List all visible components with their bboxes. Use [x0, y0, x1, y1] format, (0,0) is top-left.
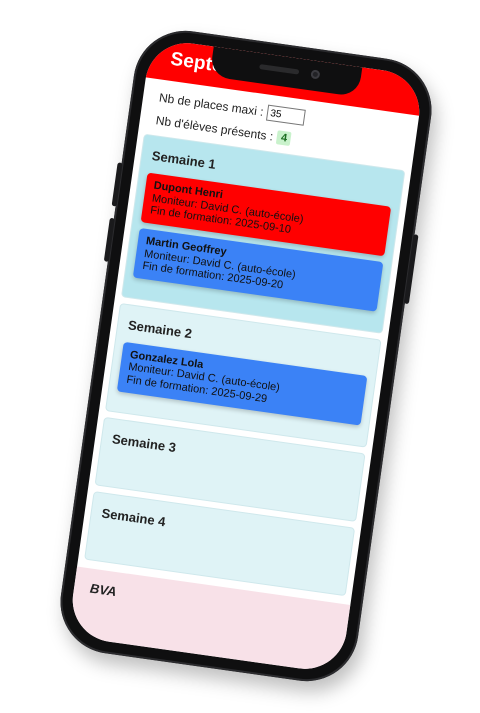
week-1[interactable]: Semaine 1 Dupont Henri Moniteur: David C… — [121, 133, 406, 334]
volume-down-button — [103, 217, 115, 262]
phone-screen: Septembre Nb de places maxi : Nb d'élève… — [67, 37, 425, 675]
stage: Septembre Nb de places maxi : Nb d'élève… — [0, 0, 480, 713]
volume-up-button — [111, 162, 123, 207]
power-button — [403, 234, 419, 305]
present-count-badge: 4 — [276, 130, 293, 147]
phone-frame: Septembre Nb de places maxi : Nb d'élève… — [53, 24, 439, 688]
max-places-input[interactable] — [266, 104, 307, 126]
speaker-icon — [259, 64, 300, 75]
camera-icon — [310, 69, 321, 80]
bva-label: BVA — [89, 580, 118, 599]
